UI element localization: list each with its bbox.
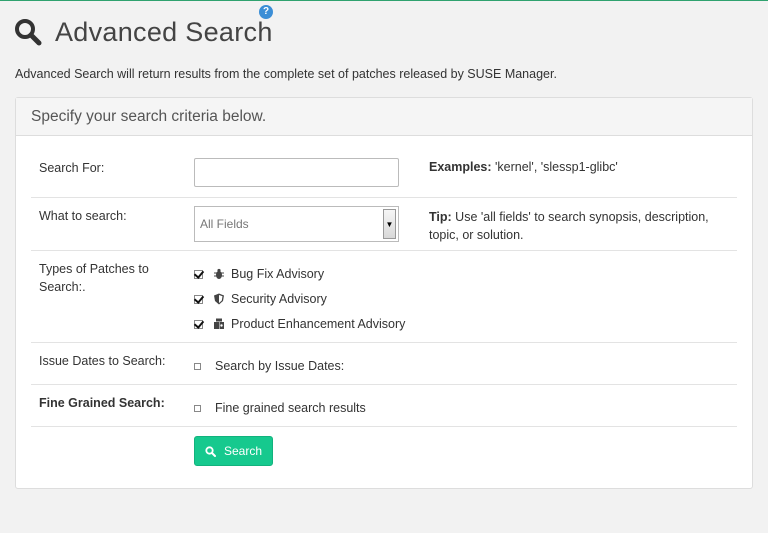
- puzzle-icon: [213, 318, 225, 330]
- search-panel: Specify your search criteria below. Sear…: [15, 97, 753, 489]
- what-to-search-row: What to search: All Fields ▼ Tip: Use 'a…: [31, 198, 737, 251]
- page-title: Advanced Search: [55, 16, 273, 47]
- bug-icon: [213, 268, 225, 280]
- page-header: Advanced Search: [14, 14, 273, 50]
- fine-grained-option[interactable]: Fine grained search results: [194, 401, 366, 415]
- search-button[interactable]: Search: [194, 436, 273, 466]
- issue-dates-label: Issue Dates to Search:: [39, 354, 166, 368]
- issue-dates-option-label: Search by Issue Dates:: [215, 359, 345, 373]
- bug-fix-checkbox[interactable]: [194, 269, 203, 279]
- tip-label: Tip:: [429, 210, 452, 224]
- patch-types-row: Types of Patches to Search:. Bug Fix Adv…: [31, 251, 737, 343]
- security-label: Security Advisory: [231, 292, 327, 306]
- fine-grained-option-label: Fine grained search results: [215, 401, 366, 415]
- fine-grained-checkbox[interactable]: [194, 404, 201, 412]
- search-for-row: Search For: Examples: 'kernel', 'slessp1…: [31, 136, 737, 198]
- intro-text: Advanced Search will return results from…: [15, 67, 557, 81]
- examples-hint: Examples: 'kernel', 'slessp1-glibc': [429, 160, 618, 174]
- examples-label: Examples:: [429, 160, 492, 174]
- issue-dates-row: Issue Dates to Search: Search by Issue D…: [31, 343, 737, 385]
- search-button-label: Search: [223, 444, 263, 458]
- search-icon: [14, 18, 42, 46]
- chevron-down-icon[interactable]: ▼: [383, 209, 396, 239]
- select-value: All Fields: [200, 217, 249, 231]
- issue-dates-option[interactable]: Search by Issue Dates:: [194, 359, 344, 373]
- bug-fix-label: Bug Fix Advisory: [231, 267, 325, 281]
- tip-text: Tip: Use 'all fields' to search synopsis…: [429, 208, 729, 244]
- tip-body: Use 'all fields' to search synopsis, des…: [429, 210, 709, 242]
- search-input[interactable]: [194, 158, 399, 187]
- enhancement-checkbox[interactable]: [194, 319, 203, 329]
- security-checkbox[interactable]: [194, 294, 203, 304]
- search-field-select[interactable]: All Fields ▼: [194, 206, 399, 242]
- help-icon[interactable]: ?: [259, 5, 273, 19]
- examples-text: 'kernel', 'slessp1-glibc': [491, 160, 618, 174]
- shield-icon: [213, 293, 225, 305]
- patch-types-label-line1: Types of Patches to: [39, 262, 149, 276]
- fine-grained-label: Fine Grained Search:: [39, 396, 165, 410]
- search-icon: [205, 445, 216, 457]
- panel-heading: Specify your search criteria below.: [16, 98, 752, 136]
- fine-grained-row: Fine Grained Search: Fine grained search…: [31, 385, 737, 427]
- bug-fix-option[interactable]: Bug Fix Advisory: [194, 267, 324, 281]
- patch-types-label: Types of Patches to Search:.: [39, 260, 149, 296]
- enhancement-label: Product Enhancement Advisory: [231, 317, 406, 331]
- security-option[interactable]: Security Advisory: [194, 292, 327, 306]
- issue-dates-checkbox[interactable]: [194, 362, 201, 370]
- what-to-search-label: What to search:: [39, 209, 127, 223]
- search-for-label: Search For:: [39, 161, 105, 175]
- enhancement-option[interactable]: Product Enhancement Advisory: [194, 317, 405, 331]
- patch-types-label-line2: Search:.: [39, 280, 86, 294]
